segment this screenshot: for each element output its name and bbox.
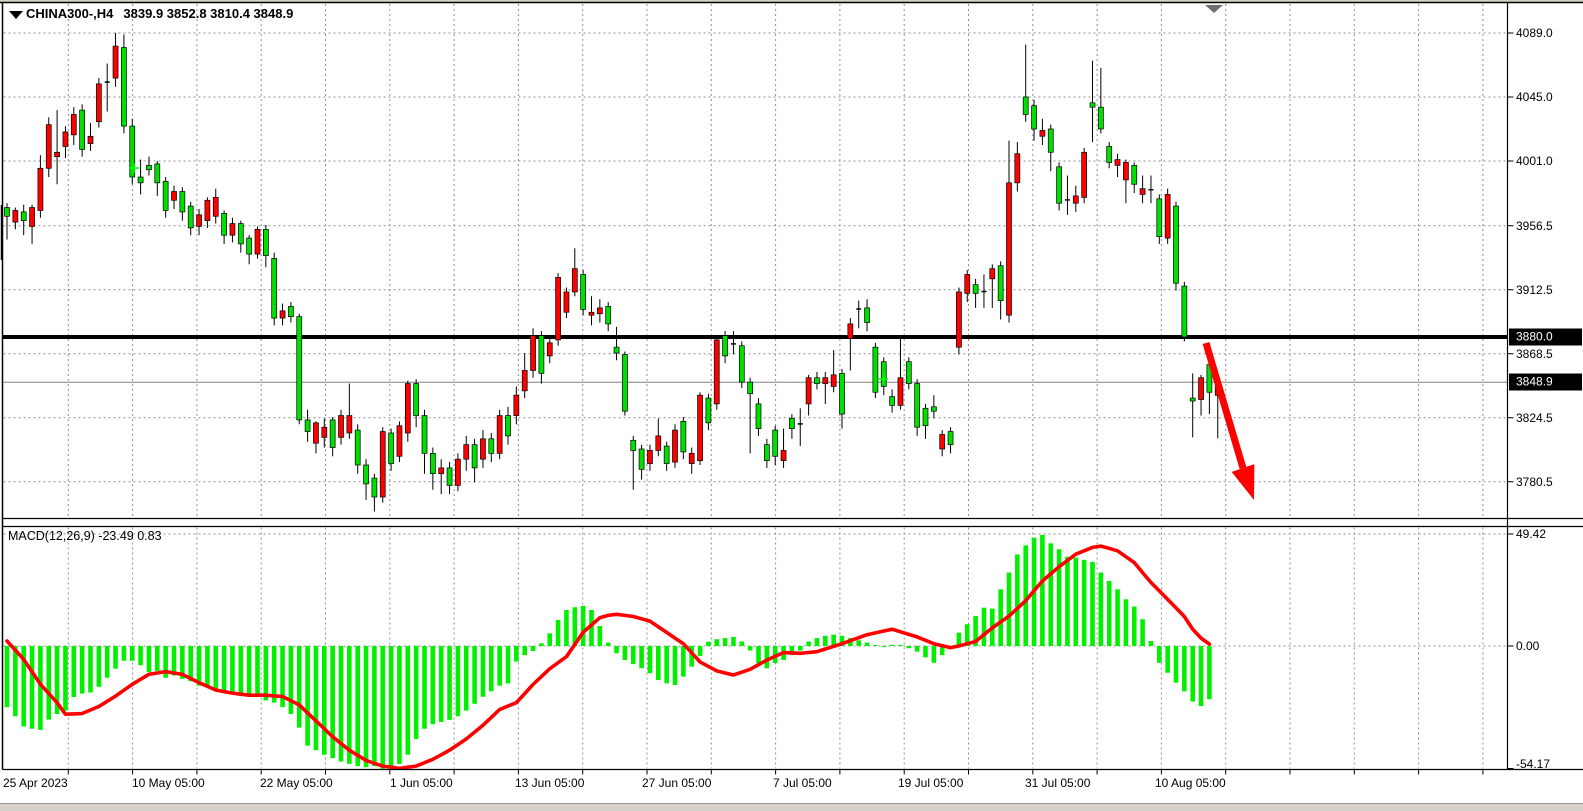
main-chart-pane[interactable]	[3, 3, 1507, 518]
time-axis-label: 31 Jul 05:00	[1025, 776, 1090, 790]
price-axis-label: 3868.5	[1516, 347, 1553, 361]
mt4-chart-window: CHINA300-,H43839.9 3852.8 3810.4 3848.9 …	[0, 0, 1583, 811]
price-axis-label: 4089.0	[1516, 26, 1553, 40]
time-axis-label: 19 Jul 05:00	[898, 776, 963, 790]
price-axis-label: 3956.5	[1516, 219, 1553, 233]
window-bottom-frame	[0, 803, 1583, 811]
price-axis-label: 4001.0	[1516, 154, 1553, 168]
time-axis-label: 1 Jun 05:00	[390, 776, 453, 790]
price-axis-label: 3780.5	[1516, 475, 1553, 489]
price-axis-label: 3824.5	[1516, 411, 1553, 425]
time-axis-label: 25 Apr 2023	[3, 776, 68, 790]
time-axis-label: 10 Aug 05:00	[1155, 776, 1226, 790]
time-axis-label: 10 May 05:00	[132, 776, 205, 790]
time-axis-label: 27 Jun 05:00	[642, 776, 711, 790]
macd-axis-label: 49.42	[1516, 527, 1546, 541]
price-axis-label: 4045.0	[1516, 90, 1553, 104]
hline-price-badge: 3880.0	[1509, 329, 1582, 346]
time-axis-label: 22 May 05:00	[260, 776, 333, 790]
current-price-badge: 3848.9	[1509, 374, 1582, 391]
macd-pane[interactable]	[3, 527, 1507, 769]
macd-axis-label: -54.17	[1516, 757, 1550, 771]
price-axis-label: 3912.5	[1516, 283, 1553, 297]
time-axis-label: 7 Jul 05:00	[773, 776, 832, 790]
macd-axis-label: 0.00	[1516, 639, 1539, 653]
time-axis-label: 13 Jun 05:00	[515, 776, 584, 790]
